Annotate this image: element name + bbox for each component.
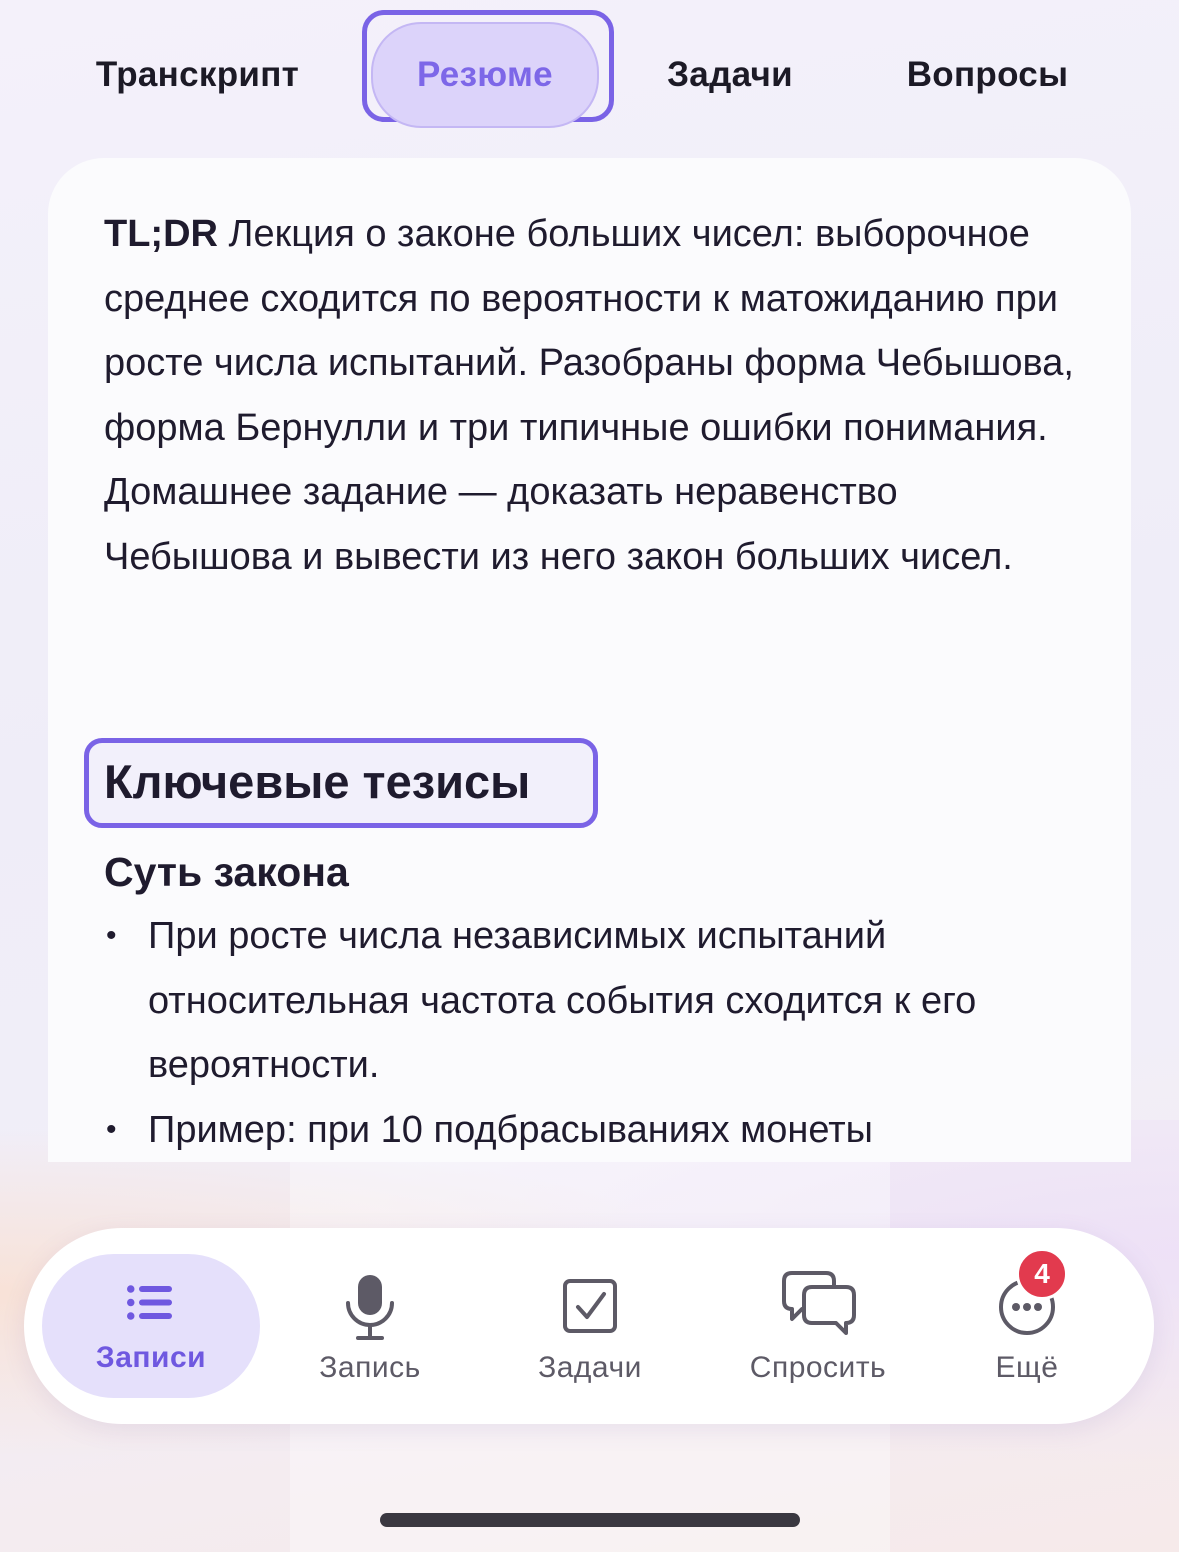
- nav-label: Записи: [95, 1341, 207, 1374]
- summary-paragraph: TL;DR Лекция о законе больших чисел: выб…: [104, 202, 1094, 589]
- summary-card: TL;DR Лекция о законе больших чисел: выб…: [48, 158, 1131, 1162]
- bullet-list: • При росте числа независимых испытаний о…: [104, 904, 1104, 1162]
- nav-item-records[interactable]: Записи: [42, 1254, 260, 1398]
- notification-badge: 4: [1016, 1248, 1068, 1300]
- nav-item-ask[interactable]: Спросить: [714, 1228, 922, 1424]
- bullet-text: Пример: при 10 подбрасываниях монеты: [148, 1108, 873, 1151]
- tab-questions[interactable]: Вопросы: [880, 42, 1095, 108]
- checkbox-icon: [563, 1279, 617, 1333]
- tab-transcript[interactable]: Транскрипт: [60, 42, 335, 108]
- tab-summary[interactable]: Резюме: [371, 22, 599, 128]
- nav-label: Ещё: [995, 1351, 1059, 1384]
- nav-label: Спросить: [749, 1351, 887, 1384]
- chat-bubbles-icon: [782, 1271, 856, 1335]
- nav-label: Запись: [319, 1351, 421, 1384]
- list-item: • Пример: при 10 подбрасываниях монеты: [104, 1098, 1104, 1163]
- tldr-label: TL;DR: [104, 213, 218, 255]
- microphone-icon: [346, 1275, 394, 1340]
- key-points-title: Ключевые тезисы: [104, 755, 531, 808]
- bullet-dot: •: [106, 919, 117, 952]
- bottom-nav: Записи Запись Задачи Спросить Ещё: [24, 1228, 1154, 1424]
- section-title: Суть закона: [104, 849, 349, 895]
- tab-tasks[interactable]: Задачи: [640, 42, 820, 108]
- list-item: • При росте числа независимых испытаний о…: [104, 904, 1104, 1098]
- bullet-dot: •: [106, 1112, 117, 1146]
- nav-item-record[interactable]: Запись: [282, 1228, 458, 1424]
- nav-label: Задачи: [538, 1351, 642, 1384]
- nav-item-tasks[interactable]: Задачи: [502, 1228, 678, 1424]
- summary-text: Лекция о законе больших чисел: выборочно…: [104, 213, 1074, 578]
- bullet-text: При росте числа независимых испытаний от…: [148, 915, 977, 1086]
- home-indicator[interactable]: [380, 1513, 800, 1527]
- top-tabs: Транскрипт Резюме Задачи Вопросы: [0, 0, 1179, 150]
- list-icon: [127, 1285, 172, 1320]
